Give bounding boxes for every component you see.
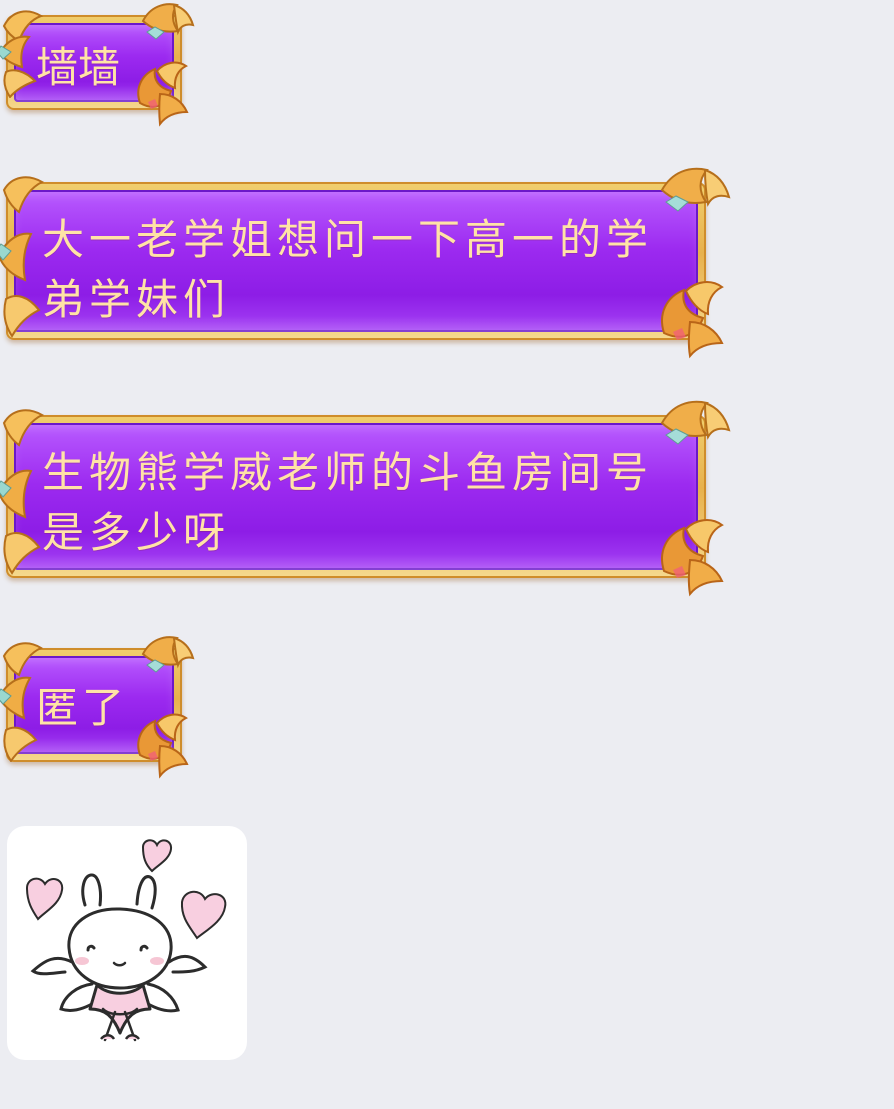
message-bubble[interactable]: 匿了 (0, 636, 195, 779)
message-text: 墙墙 (36, 43, 121, 92)
message-bubble[interactable]: 墙墙 (0, 3, 195, 127)
message-bubble[interactable]: 生物熊学威老师的斗鱼房间号是多少呀 (0, 400, 731, 597)
message-bubble-inner: 生物熊学威老师的斗鱼房间号是多少呀 (14, 423, 698, 570)
cute-bunny-with-hearts-icon (25, 839, 227, 1042)
message-bubble-inner: 墙墙 (14, 23, 174, 102)
message-bubble[interactable]: 大一老学姐想问一下高一的学弟学妹们 (0, 167, 731, 359)
message-text: 生物熊学威老师的斗鱼房间号是多少呀 (42, 448, 654, 557)
message-bubble-inner: 大一老学姐想问一下高一的学弟学妹们 (14, 190, 698, 332)
message-text: 匿了 (36, 683, 129, 732)
sticker-message[interactable] (7, 826, 247, 1060)
chat-area: 墙墙 大一老学姐想问一下高一的学弟学妹们 生物熊学威老师的斗鱼房间号是多少呀 匿… (0, 0, 894, 1109)
message-text: 大一老学姐想问一下高一的学弟学妹们 (42, 215, 654, 324)
message-bubble-inner: 匿了 (14, 656, 174, 754)
